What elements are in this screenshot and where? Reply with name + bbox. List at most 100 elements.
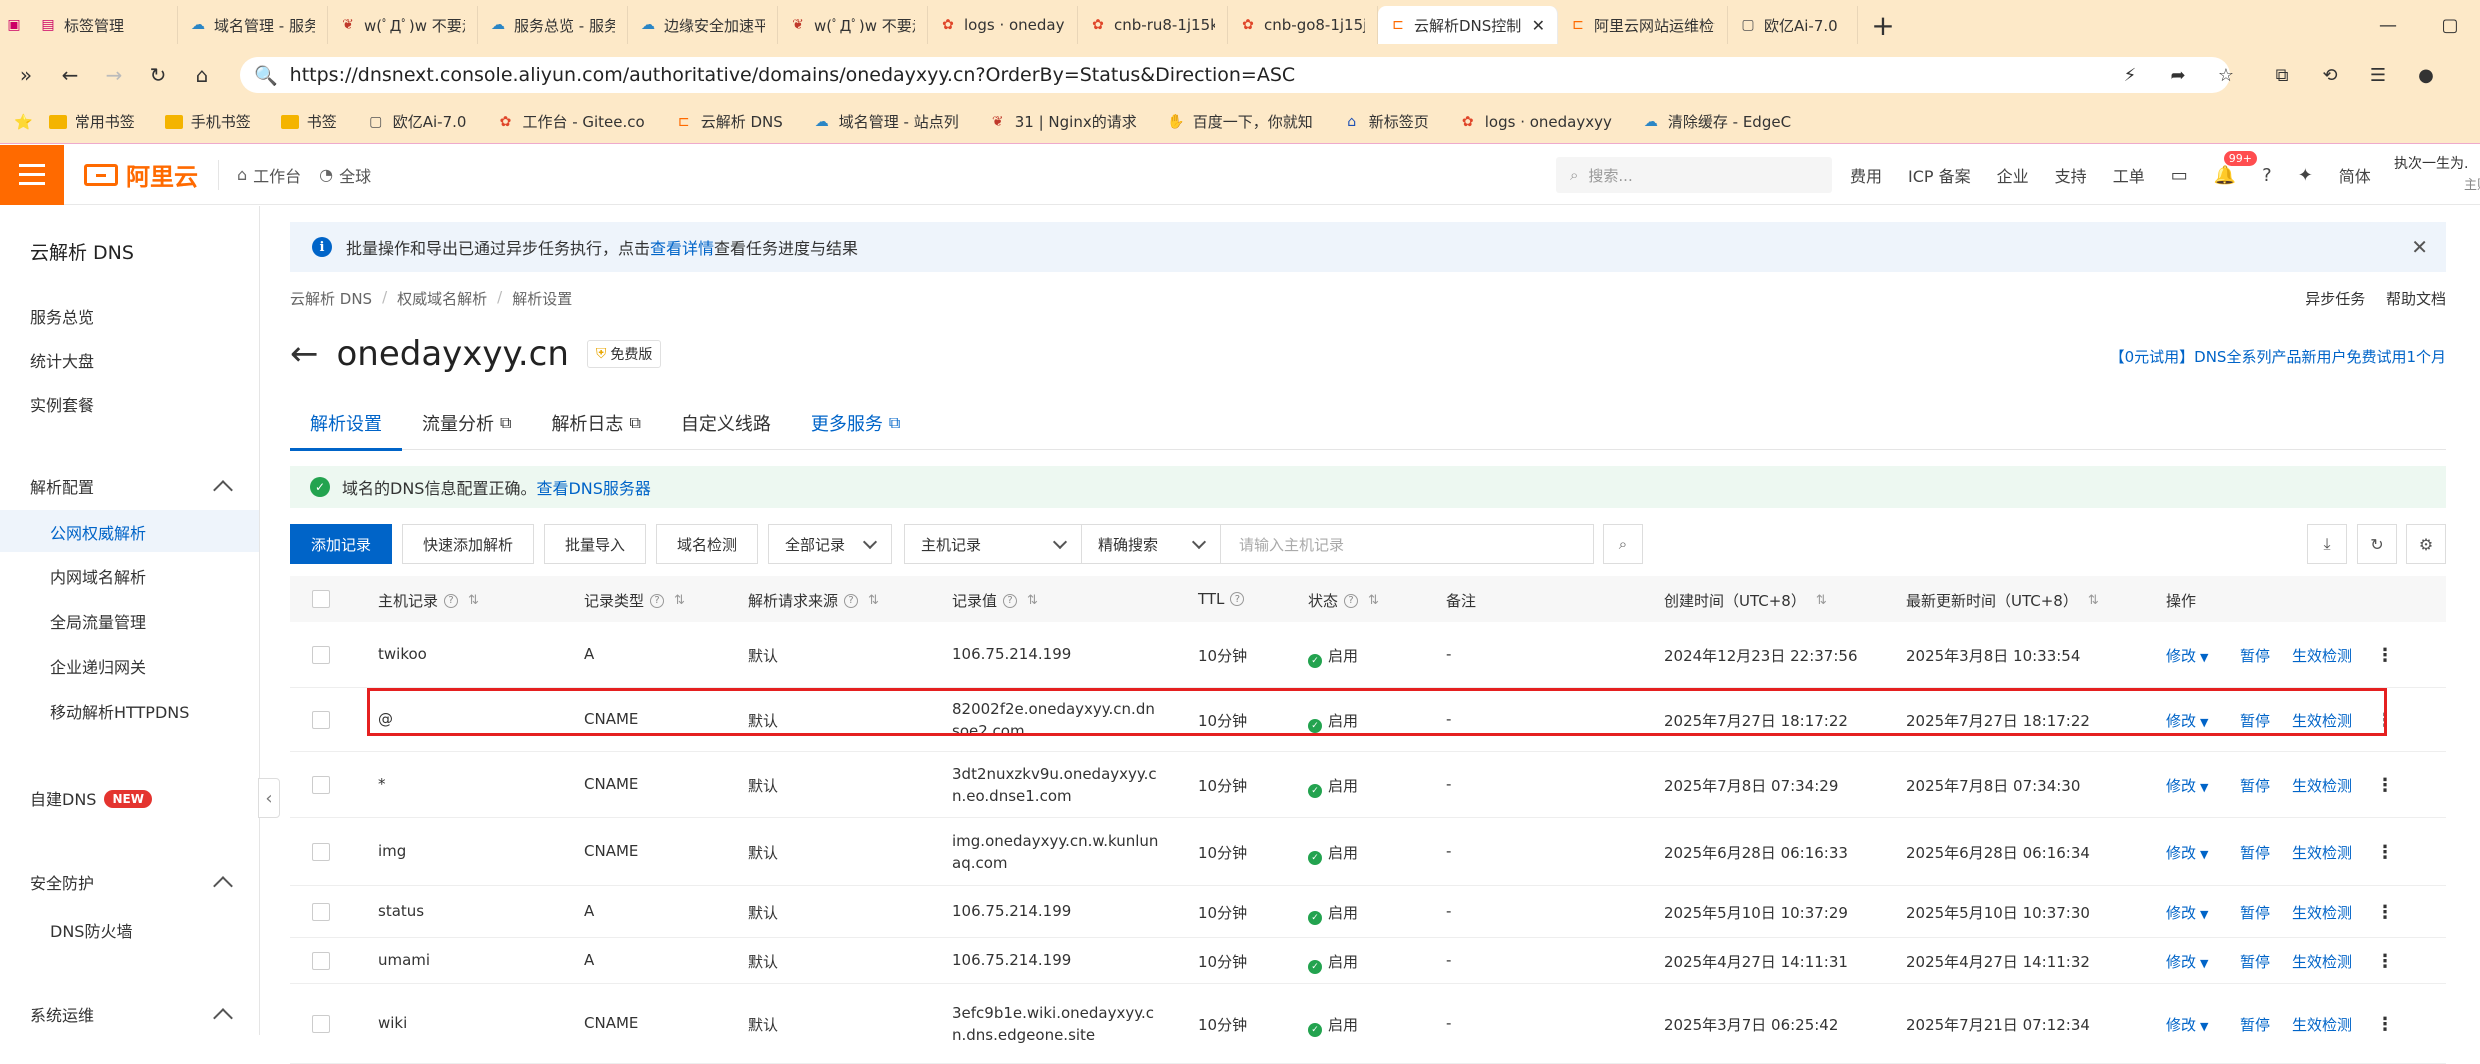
sidebar-item-recursive-gateway[interactable]: 企业递归网关: [50, 654, 146, 678]
edit-dropdown-button[interactable]: 修改 ▼: [2166, 902, 2208, 923]
sidebar-item-public-authoritative[interactable]: 公网权威解析: [50, 520, 146, 544]
share-icon[interactable]: ➦: [2154, 50, 2202, 100]
edit-dropdown-button[interactable]: 修改 ▼: [2166, 645, 2208, 666]
back-arrow-icon[interactable]: ←: [290, 334, 319, 374]
search-mode-select[interactable]: 精确搜索: [1081, 524, 1221, 564]
bookmark-item[interactable]: ✿ logs · onedayxyy: [1459, 111, 1612, 132]
pause-button[interactable]: 暂停: [2240, 842, 2270, 863]
verify-button[interactable]: 生效检测: [2292, 902, 2352, 923]
new-tab-plus-icon[interactable]: +: [1858, 0, 1908, 50]
refresh-icon[interactable]: ↻: [2357, 524, 2397, 564]
topnav-link-enterprise[interactable]: 企业: [1997, 163, 2029, 187]
language-switch[interactable]: 简体: [2339, 163, 2371, 187]
star-icon[interactable]: ☆: [2202, 50, 2250, 100]
pause-button[interactable]: 暂停: [2240, 951, 2270, 972]
more-vertical-icon[interactable]: ⋮: [2376, 842, 2394, 863]
domain-check-button[interactable]: 域名检测: [656, 524, 758, 564]
hamburger-menu-icon[interactable]: [0, 144, 64, 205]
settings-gear-icon[interactable]: ⚙: [2406, 524, 2446, 564]
lightning-icon[interactable]: ⚡: [2106, 50, 2154, 100]
verify-button[interactable]: 生效检测: [2292, 1014, 2352, 1035]
bookmark-item[interactable]: ☁ 域名管理 - 站点列: [813, 111, 959, 132]
row-checkbox[interactable]: [312, 646, 330, 664]
home-icon[interactable]: ⌂: [180, 50, 224, 100]
col-source[interactable]: 解析请求来源? ⇅: [748, 590, 879, 611]
topnav-link-fee[interactable]: 费用: [1850, 163, 1882, 187]
col-value[interactable]: 记录值? ⇅: [952, 590, 1038, 611]
sidebar-group-resolve[interactable]: 解析配置: [30, 474, 233, 500]
user-account[interactable]: 执次一生为. 主账: [2394, 153, 2480, 197]
more-vertical-icon[interactable]: ⋮: [2376, 775, 2394, 796]
pause-button[interactable]: 暂停: [2240, 775, 2270, 796]
more-vertical-icon[interactable]: ⋮: [2376, 1014, 2394, 1035]
col-host[interactable]: 主机记录? ⇅: [378, 590, 479, 611]
row-checkbox[interactable]: [312, 903, 330, 921]
row-checkbox[interactable]: [312, 1015, 330, 1033]
col-updated[interactable]: 最新更新时间（UTC+8） ⇅: [1906, 590, 2099, 611]
close-tab-icon[interactable]: ✕: [1532, 16, 1545, 35]
sidebar-item-self-dns[interactable]: 自建DNS NEW: [30, 786, 152, 810]
tab-traffic-analysis[interactable]: 流量分析 ⧉: [402, 396, 531, 450]
sidebar-toggle-icon[interactable]: »: [4, 50, 48, 100]
history-icon[interactable]: ⟲: [2306, 50, 2354, 100]
maximize-icon[interactable]: ▢: [2420, 0, 2480, 50]
tab-custom-lines[interactable]: 自定义线路: [661, 396, 791, 450]
bookmark-item[interactable]: ❦ 31 | Nginx的请求: [989, 111, 1137, 132]
select-all-checkbox[interactable]: [312, 590, 330, 608]
help-icon[interactable]: ?: [2262, 165, 2272, 186]
sidebar-group-security[interactable]: 安全防护: [30, 870, 233, 896]
bookmark-item[interactable]: 常用书签: [48, 111, 135, 132]
pause-button[interactable]: 暂停: [2240, 645, 2270, 666]
browser-tab[interactable]: ⊏ 阿里云网站运维检测: [1558, 6, 1728, 44]
browser-tab[interactable]: ☁ 边缘安全加速平台 E: [628, 6, 778, 44]
col-status[interactable]: 状态? ⇅: [1308, 590, 1379, 611]
verify-button[interactable]: 生效检测: [2292, 775, 2352, 796]
row-checkbox[interactable]: [312, 952, 330, 970]
browser-tab[interactable]: ⊏ 云解析DNS控制台 ✕: [1378, 6, 1558, 44]
sidebar-item-gtm[interactable]: 全局流量管理: [50, 609, 146, 633]
bookmark-item[interactable]: ☁ 清除缓存 - EdgeC: [1642, 111, 1791, 132]
browser-tab[interactable]: ❦ w(ﾟДﾟ)w 不要走！再: [778, 6, 928, 44]
edit-dropdown-button[interactable]: 修改 ▼: [2166, 951, 2208, 972]
profile-avatar-icon[interactable]: ●: [2402, 50, 2450, 100]
col-ttl[interactable]: TTL?: [1198, 590, 1245, 608]
more-vertical-icon[interactable]: ⋮: [2376, 645, 2394, 666]
col-created[interactable]: 创建时间（UTC+8） ⇅: [1664, 590, 1827, 611]
edit-dropdown-button[interactable]: 修改 ▼: [2166, 1014, 2208, 1035]
row-checkbox[interactable]: [312, 776, 330, 794]
edit-dropdown-button[interactable]: 修改 ▼: [2166, 842, 2208, 863]
topnav-link-support[interactable]: 支持: [2055, 163, 2087, 187]
row-checkbox[interactable]: [312, 711, 330, 729]
view-dns-servers-link[interactable]: 查看DNS服务器: [536, 475, 650, 499]
region-selector[interactable]: ◔ 全球: [319, 163, 371, 187]
verify-button[interactable]: 生效检测: [2292, 842, 2352, 863]
breadcrumb-dns[interactable]: 云解析 DNS: [290, 288, 372, 309]
pause-button[interactable]: 暂停: [2240, 1014, 2270, 1035]
sidebar-item-httpdns[interactable]: 移动解析HTTPDNS: [50, 699, 189, 723]
verify-button[interactable]: 生效检测: [2292, 951, 2352, 972]
bookmark-item[interactable]: ⌂ 新标签页: [1343, 111, 1428, 132]
tab-more-services[interactable]: 更多服务 ⧉: [791, 396, 920, 450]
browser-tab[interactable]: ✿ cnb-ru8-1j15kus3: [1078, 6, 1228, 44]
field-filter-select[interactable]: 主机记录: [904, 524, 1082, 564]
sidebar-item-dns-firewall[interactable]: DNS防火墙: [50, 918, 132, 942]
url-field[interactable]: 🔍 https://dnsnext.console.aliyun.com/aut…: [240, 57, 2230, 93]
async-tasks-link[interactable]: 异步任务: [2305, 290, 2365, 308]
more-vertical-icon[interactable]: ⋮: [2376, 902, 2394, 923]
pause-button[interactable]: 暂停: [2240, 902, 2270, 923]
edit-dropdown-button[interactable]: 修改 ▼: [2166, 775, 2208, 796]
browser-tab[interactable]: ☁ 服务总览 - 服务总览: [478, 6, 628, 44]
search-icon[interactable]: ⌕: [1603, 524, 1643, 564]
sidebar-item-instances[interactable]: 实例套餐: [30, 392, 94, 416]
workbench-link[interactable]: ⌂ 工作台: [237, 163, 301, 187]
add-record-button[interactable]: 添加记录: [290, 524, 392, 564]
browser-tab[interactable]: ▢ 欧亿Ai-7.0: [1728, 6, 1858, 44]
batch-import-button[interactable]: 批量导入: [544, 524, 646, 564]
menu-icon[interactable]: ☰: [2354, 50, 2402, 100]
row-checkbox[interactable]: [312, 843, 330, 861]
terminal-icon[interactable]: ▭: [2171, 165, 2188, 186]
col-type[interactable]: 记录类型? ⇅: [584, 590, 685, 611]
browser-tab[interactable]: ▤ 标签管理: [28, 6, 178, 44]
verify-button[interactable]: 生效检测: [2292, 645, 2352, 666]
sidebar-item-overview[interactable]: 服务总览: [30, 304, 94, 328]
